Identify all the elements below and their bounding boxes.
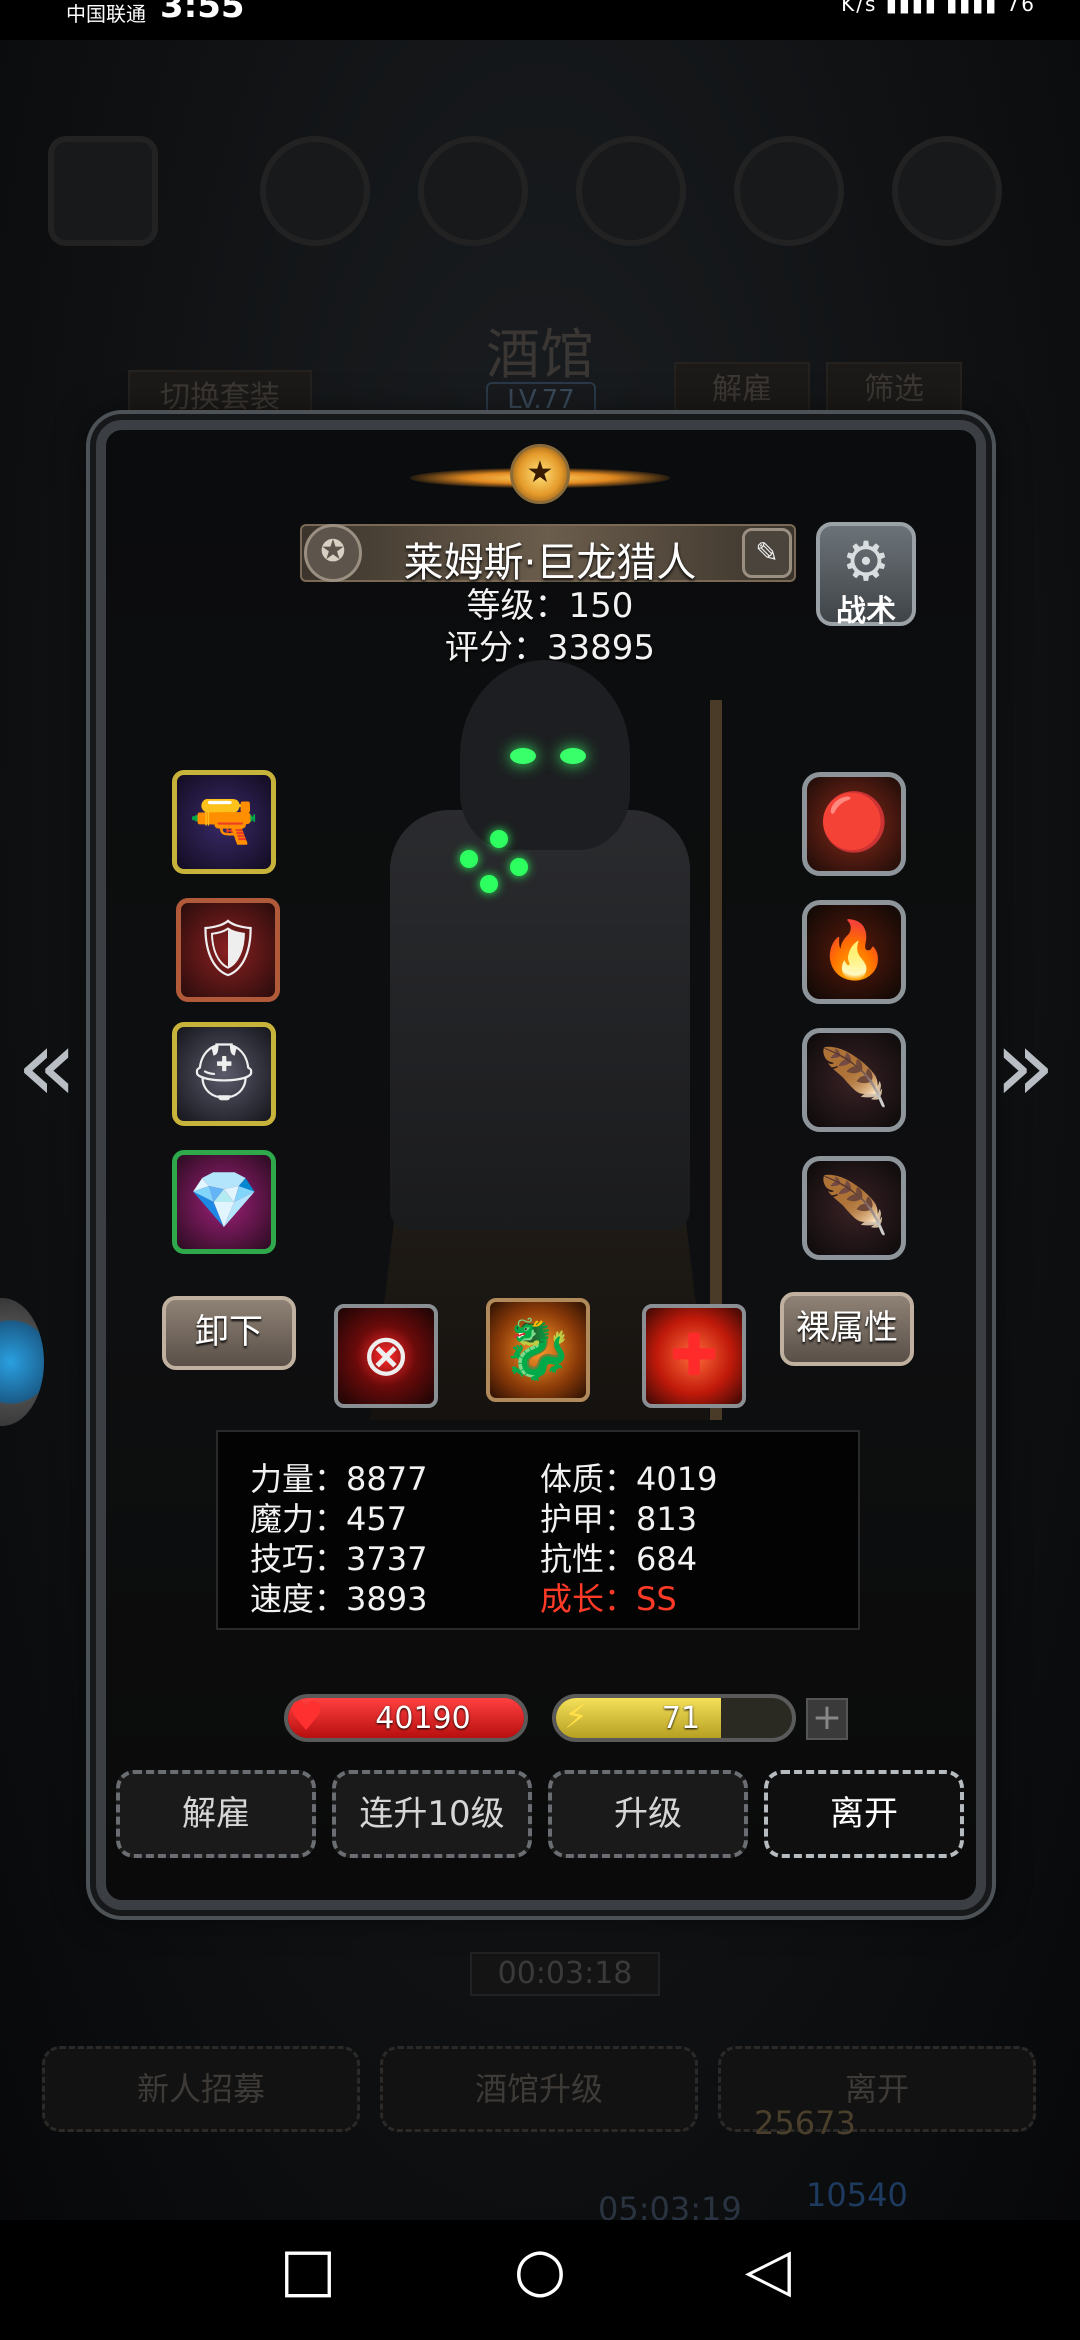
bg-dismiss-button: 解雇 — [674, 362, 810, 414]
lightning-icon: ⚡ — [564, 1697, 588, 1737]
stat-growth: 成长：SS — [540, 1580, 677, 1618]
flame-rune-icon[interactable]: 🔥 — [802, 900, 906, 1004]
target-skill-icon[interactable]: ⊗ — [334, 1304, 438, 1408]
dismiss-button[interactable]: 解雇 — [116, 1770, 316, 1858]
hp-value: 40190 — [375, 1701, 471, 1736]
bg-filter-button: 筛选 — [826, 362, 962, 414]
unequip-button[interactable]: 卸下 — [162, 1296, 296, 1370]
bg-timer: 00:03:18 — [470, 1952, 660, 1996]
edit-name-icon[interactable]: ✎ — [742, 528, 792, 578]
tavern-title: 酒馆 — [486, 323, 594, 386]
feather-icon[interactable]: 🪶 — [802, 1156, 906, 1260]
carrier-label: 中国联通 — [66, 2, 146, 26]
pistol-icon[interactable]: 🔫 — [172, 770, 276, 874]
clock: 3:55 — [160, 0, 245, 26]
stat-speed: 速度：3893 — [250, 1580, 428, 1618]
gear-icon: ⚙ — [841, 530, 891, 593]
previous-hero-arrow-icon[interactable]: « — [12, 1016, 82, 1126]
dragon-armor-icon[interactable]: 🛡 — [176, 898, 280, 1002]
home-icon[interactable]: ○ — [490, 2220, 590, 2320]
stats-panel: 力量：8877 魔力：457 技巧：3737 速度：3893 体质：4019 护… — [216, 1430, 860, 1630]
upgrade-button[interactable]: 升级 — [548, 1770, 748, 1858]
tactics-label: 战术 — [836, 594, 896, 629]
fire-orb-icon[interactable]: 🔴 — [802, 772, 906, 876]
heal-cross-icon[interactable]: ✚ — [642, 1304, 746, 1408]
heart-icon: ♥ — [288, 1694, 324, 1740]
crest-star-icon: ★ — [510, 444, 570, 504]
energy-bar: ⚡ 71 — [552, 1694, 796, 1742]
leave-button[interactable]: 离开 — [764, 1770, 964, 1858]
add-energy-button[interactable]: + — [806, 1698, 848, 1740]
tavern-upgrade-button: 酒馆升级 — [380, 2046, 698, 2132]
hp-bar: ♥ 40190 — [284, 1694, 528, 1742]
feather-icon[interactable]: 🪶 — [802, 1028, 906, 1132]
back-icon[interactable]: ◁ — [718, 2220, 818, 2320]
top-tab-icon — [576, 136, 686, 246]
base-attributes-button[interactable]: 裸属性 — [780, 1292, 914, 1366]
top-tab-icon — [734, 136, 844, 246]
top-tab-icon — [260, 136, 370, 246]
gem-amount: 10540 — [806, 2176, 908, 2214]
panel-crest: ★ — [410, 438, 670, 518]
hero-name-plate: ✪ 莱姆斯·巨龙猎人 ✎ — [300, 524, 796, 586]
crystal-gauntlet-icon[interactable]: 💎 — [172, 1150, 276, 1254]
next-hero-arrow-icon[interactable]: » — [990, 1016, 1060, 1126]
recent-apps-icon[interactable]: □ — [258, 2220, 358, 2320]
tactics-button[interactable]: ⚙ 战术 — [816, 522, 916, 629]
energy-value: 71 — [661, 1701, 701, 1736]
medal-icon[interactable]: ✪ — [304, 524, 362, 582]
silver-helm-icon[interactable]: ⛑ — [172, 1022, 276, 1126]
recruit-button: 新人招募 — [42, 2046, 360, 2132]
upgrade-10-button[interactable]: 连升10级 — [332, 1770, 532, 1858]
switch-outfit-button: 切换套装 — [128, 370, 312, 422]
top-tab-icon — [418, 136, 528, 246]
top-tab-icon — [892, 136, 1002, 246]
navigation-bar: □ ○ ◁ — [0, 2220, 1080, 2340]
tavern-level: LV.77 — [486, 382, 596, 418]
dragon-skill-icon[interactable]: 🐉 — [486, 1298, 590, 1402]
status-bar: 中国联通 3:55 K/s ▮▮▮▮ ▮▮▮▮ 76 — [0, 0, 1080, 26]
gold-amount: 25673 — [754, 2104, 856, 2142]
menu-icon — [48, 136, 158, 246]
status-indicators: K/s ▮▮▮▮ ▮▮▮▮ 76 — [841, 0, 1036, 16]
